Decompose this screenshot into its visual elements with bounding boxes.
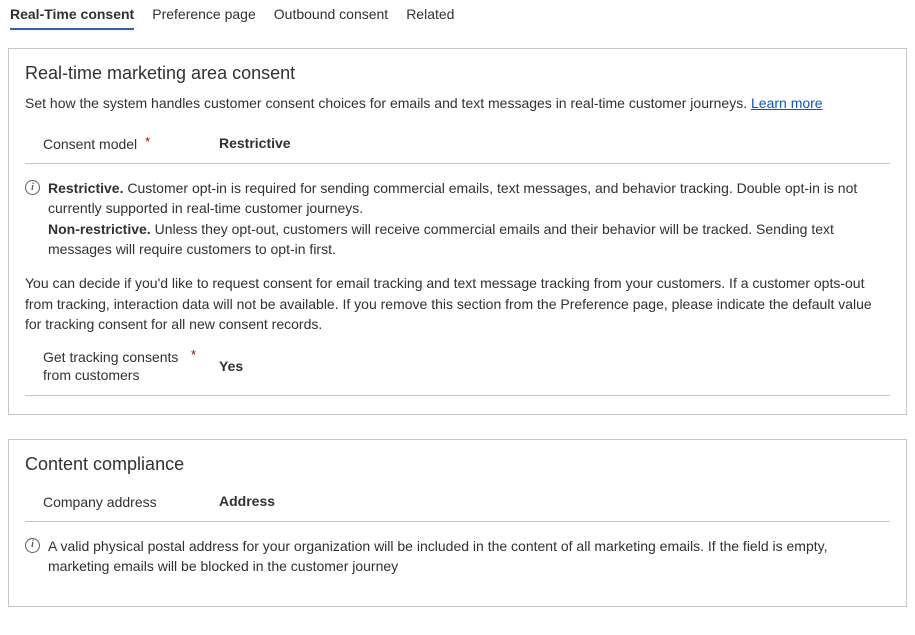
nonrestrictive-text: Unless they opt-out, customers will rece… [48, 221, 834, 257]
tab-bar: Real-Time consent Preference page Outbou… [8, 4, 907, 36]
required-indicator: * [191, 348, 196, 361]
consent-model-value[interactable]: Restrictive [219, 135, 291, 151]
learn-more-link[interactable]: Learn more [751, 95, 823, 111]
info-consent-models: i Restrictive. Customer opt-in is requir… [25, 178, 890, 259]
restrictive-text: Customer opt-in is required for sending … [48, 180, 857, 216]
info-icon: i [25, 180, 40, 195]
tracking-description: You can decide if you'd like to request … [25, 273, 890, 334]
company-address-info-text: A valid physical postal address for your… [48, 536, 890, 577]
panel-title-compliance: Content compliance [25, 454, 890, 475]
panel-desc-text: Set how the system handles customer cons… [25, 95, 751, 111]
company-address-label: Company address [43, 493, 157, 511]
panel-content-compliance: Content compliance Company address Addre… [8, 439, 907, 608]
info-icon: i [25, 538, 40, 553]
field-label-wrap: Get tracking consents from customers * [43, 348, 219, 384]
info-company-address: i A valid physical postal address for yo… [25, 536, 890, 577]
nonrestrictive-label: Non-restrictive. [48, 221, 151, 237]
required-indicator: * [145, 135, 150, 148]
tracking-consents-value[interactable]: Yes [219, 358, 243, 374]
field-tracking-consents: Get tracking consents from customers * Y… [25, 340, 890, 395]
company-address-value[interactable]: Address [219, 493, 275, 509]
panel-title-realtime: Real-time marketing area consent [25, 63, 890, 84]
tab-related[interactable]: Related [406, 4, 454, 30]
panel-realtime-consent: Real-time marketing area consent Set how… [8, 48, 907, 415]
tab-preference-page[interactable]: Preference page [152, 4, 256, 30]
field-label-wrap: Company address [43, 493, 219, 511]
info-text: Restrictive. Customer opt-in is required… [48, 178, 890, 259]
field-company-address: Company address Address [25, 485, 890, 522]
tab-realtime-consent[interactable]: Real-Time consent [10, 4, 134, 30]
panel-description: Set how the system handles customer cons… [25, 94, 890, 113]
field-consent-model: Consent model * Restrictive [25, 127, 890, 164]
tab-outbound-consent[interactable]: Outbound consent [274, 4, 388, 30]
field-label-wrap: Consent model * [43, 135, 219, 153]
consent-model-label: Consent model [43, 135, 137, 153]
tracking-consents-label: Get tracking consents from customers [43, 348, 183, 384]
restrictive-label: Restrictive. [48, 180, 123, 196]
